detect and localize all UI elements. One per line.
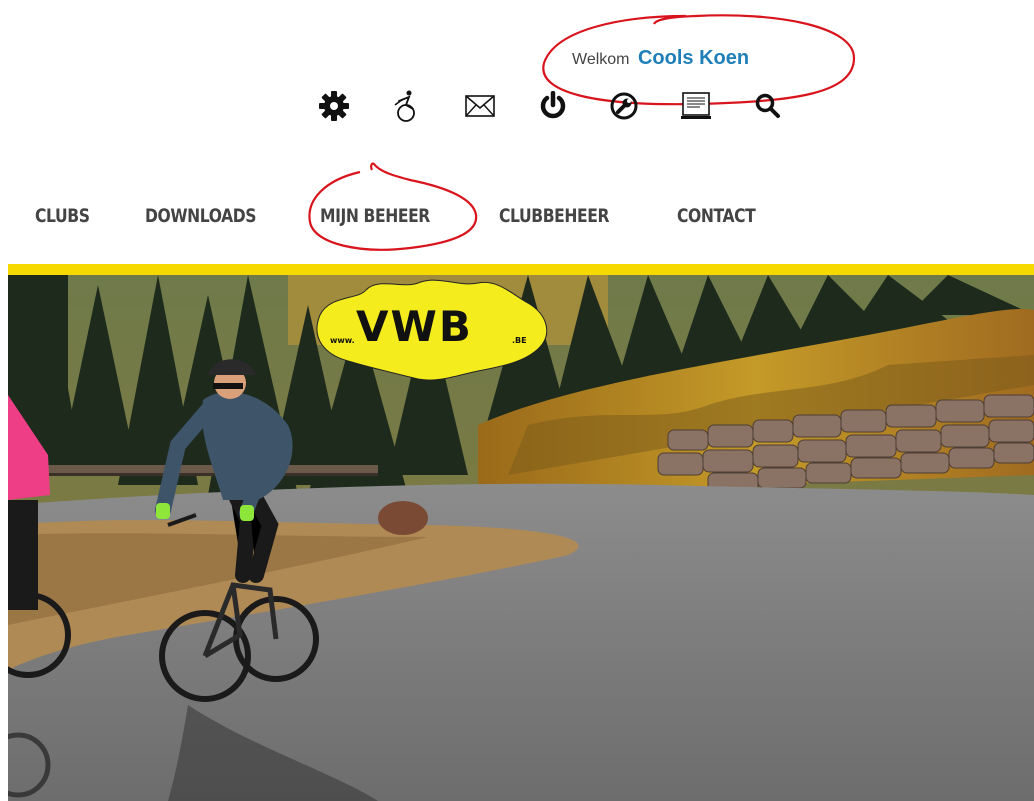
wrench-icon[interactable] (604, 86, 644, 126)
accent-bar (8, 264, 1034, 275)
power-icon[interactable] (533, 86, 573, 126)
cyclist-icon[interactable] (386, 86, 426, 126)
nav-item-contact[interactable]: CONTACT (677, 205, 756, 227)
nav-item-clubs[interactable]: CLUBS (35, 205, 90, 227)
welcome-label: Welkom (572, 51, 630, 68)
gear-icon[interactable] (314, 86, 354, 126)
logo-suffix: .BE (512, 336, 527, 345)
nav-item-mijn-beheer[interactable]: MIJN BEHEER (320, 205, 430, 227)
logo-prefix: www. (330, 336, 355, 345)
welcome-message: Welkom Cools Koen (572, 47, 749, 70)
logo-main: VWB (356, 302, 473, 351)
hero-banner: www. VWB .BE (8, 275, 1034, 801)
mail-icon[interactable] (460, 86, 500, 126)
user-name-link[interactable]: Cools Koen (638, 47, 749, 69)
search-icon[interactable] (748, 86, 788, 126)
hero-photo: www. VWB .BE (8, 275, 1034, 801)
nav-item-clubbeheer[interactable]: CLUBBEHEER (499, 205, 609, 227)
nav-item-downloads[interactable]: DOWNLOADS (145, 205, 257, 227)
document-icon[interactable] (676, 86, 716, 126)
